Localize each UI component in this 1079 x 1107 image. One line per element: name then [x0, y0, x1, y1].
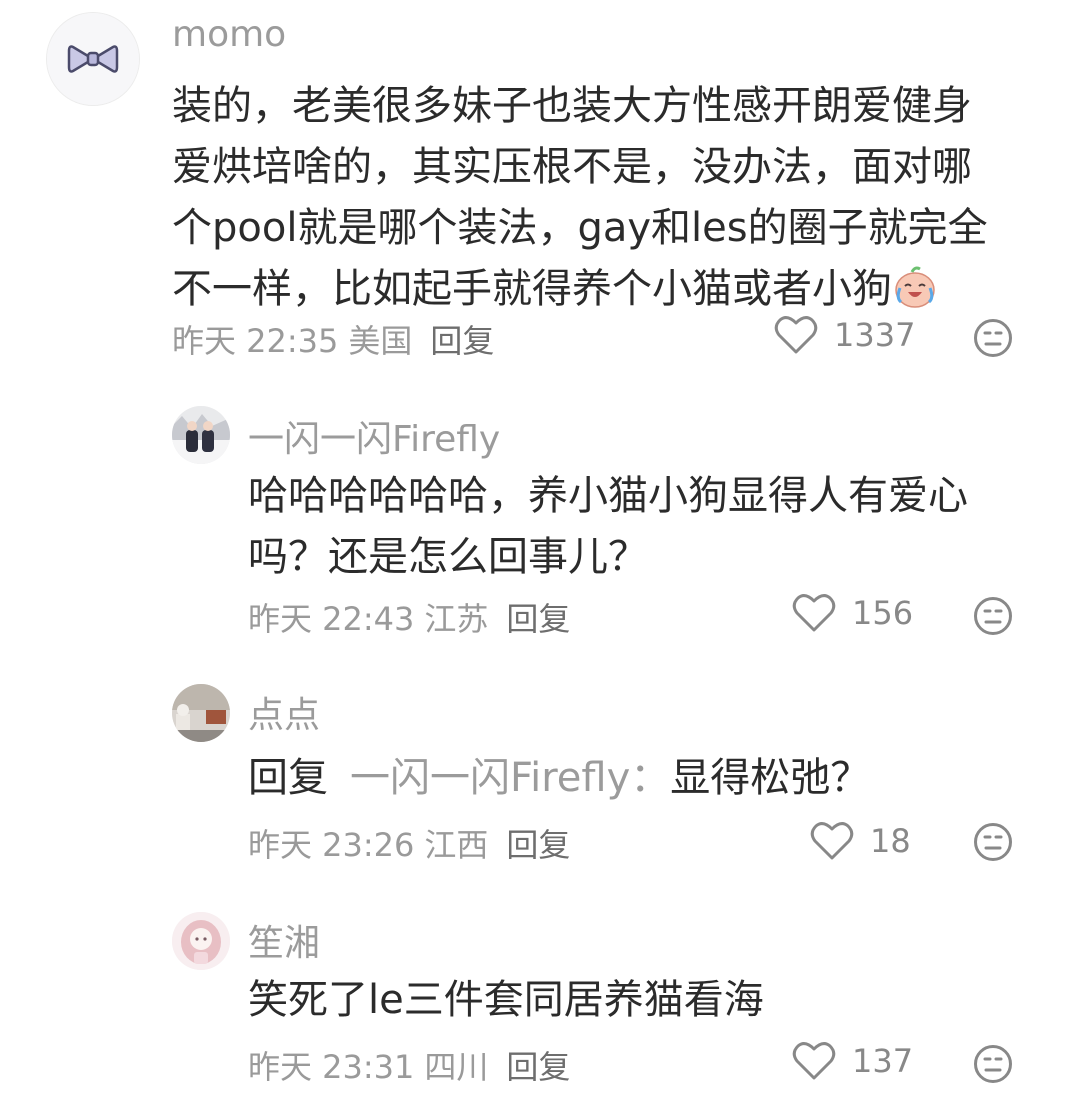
- avatar[interactable]: [172, 912, 230, 970]
- comment-content: 装的，老美很多妹子也装大方性感开朗爱健身 爱烘培啥的，其实压根不是，没办法，面对…: [172, 76, 1032, 320]
- content-line-text: 不一样，比如起手就得养个小猫或者小狗: [172, 266, 892, 312]
- comment-text: 显得松弛？: [670, 755, 871, 801]
- heart-icon: [810, 822, 854, 860]
- reply-button[interactable]: 回复: [506, 820, 570, 866]
- heart-icon: [792, 594, 836, 632]
- crying-laughing-emoji: [895, 266, 935, 308]
- dislike-face-icon: [974, 597, 1012, 635]
- like-button[interactable]: 1337: [774, 314, 915, 356]
- comment-content: 回复 一闪一闪Firefly：显得松弛？: [248, 748, 1028, 809]
- reply-button[interactable]: 回复: [430, 316, 494, 362]
- comment-location: 江苏: [424, 600, 489, 638]
- like-count: 137: [852, 1042, 914, 1080]
- heart-icon: [792, 1042, 836, 1080]
- dislike-face-icon: [974, 319, 1012, 357]
- username[interactable]: 一闪一闪Firefly: [248, 410, 500, 462]
- avatar[interactable]: [172, 684, 230, 742]
- reply-button[interactable]: 回复: [506, 1042, 570, 1088]
- dislike-button[interactable]: [973, 318, 1013, 358]
- comment-location: 美国: [348, 322, 413, 360]
- bow-avatar-icon: [47, 13, 139, 105]
- reply-prefix: 回复: [248, 755, 328, 801]
- comment-time: 昨天 23:31: [248, 1048, 415, 1086]
- like-count: 156: [852, 594, 914, 632]
- username[interactable]: 点点: [248, 686, 320, 738]
- room-photo-avatar: [172, 684, 230, 742]
- username[interactable]: 笙湘: [248, 914, 320, 966]
- like-button[interactable]: 137: [792, 1040, 913, 1082]
- avatar[interactable]: [46, 12, 140, 106]
- dislike-button[interactable]: [973, 1044, 1013, 1084]
- content-line: 装的，老美很多妹子也装大方性感开朗爱健身: [172, 83, 972, 129]
- content-line: 个pool就是哪个装法，gay和les的圈子就完全: [172, 205, 988, 251]
- comment-time: 昨天 23:26: [248, 826, 415, 864]
- comment-meta: 昨天 23:26 江西 回复: [248, 820, 570, 866]
- comment-time: 昨天 22:43: [248, 600, 415, 638]
- reply-button[interactable]: 回复: [506, 594, 570, 640]
- comment-location: 四川: [424, 1048, 489, 1086]
- comment-location: 江西: [424, 826, 489, 864]
- username[interactable]: momo: [172, 14, 286, 55]
- content-line: 爱烘培啥的，其实压根不是，没办法，面对哪: [172, 144, 972, 190]
- comment-content: 笑死了le三件套同居养猫看海: [248, 970, 1028, 1031]
- like-button[interactable]: 156: [792, 592, 913, 634]
- winter-photo-avatar: [172, 406, 230, 464]
- comment-time: 昨天 22:35: [172, 322, 339, 360]
- comment-text: 笑死了le三件套同居养猫看海: [248, 977, 764, 1023]
- comment-meta: 昨天 23:31 四川 回复: [248, 1042, 570, 1088]
- dislike-button[interactable]: [973, 596, 1013, 636]
- comment-item: 一闪一闪Firefly 哈哈哈哈哈哈，养小猫小狗显得人有爱心 吗？还是怎么回事儿…: [0, 380, 1079, 660]
- dislike-button[interactable]: [973, 822, 1013, 862]
- comment-item: 笙湘 笑死了le三件套同居养猫看海 昨天 23:31 四川 回复 137: [0, 900, 1079, 1107]
- like-count: 1337: [834, 316, 916, 354]
- comment-item: 点点 回复 一闪一闪Firefly：显得松弛？ 昨天 23:26 江西 回复 18: [0, 660, 1079, 900]
- content-line: 不一样，比如起手就得养个小猫或者小狗: [172, 259, 1032, 320]
- avatar[interactable]: [172, 406, 230, 464]
- reply-target-user[interactable]: 一闪一闪Firefly：: [350, 755, 670, 801]
- comment-meta: 昨天 22:35 美国 回复: [172, 316, 494, 362]
- dislike-face-icon: [974, 1045, 1012, 1083]
- like-count: 18: [870, 822, 911, 860]
- heart-icon: [774, 316, 818, 354]
- comment-item: momo 装的，老美很多妹子也装大方性感开朗爱健身 爱烘培啥的，其实压根不是，没…: [0, 0, 1079, 380]
- content-line: 吗？还是怎么回事儿？: [248, 534, 648, 580]
- comment-content: 哈哈哈哈哈哈，养小猫小狗显得人有爱心 吗？还是怎么回事儿？: [248, 466, 1028, 588]
- dislike-face-icon: [974, 823, 1012, 861]
- anime-girl-avatar: [172, 912, 230, 970]
- comment-meta: 昨天 22:43 江苏 回复: [248, 594, 570, 640]
- content-line: 哈哈哈哈哈哈，养小猫小狗显得人有爱心: [248, 473, 968, 519]
- like-button[interactable]: 18: [810, 820, 911, 862]
